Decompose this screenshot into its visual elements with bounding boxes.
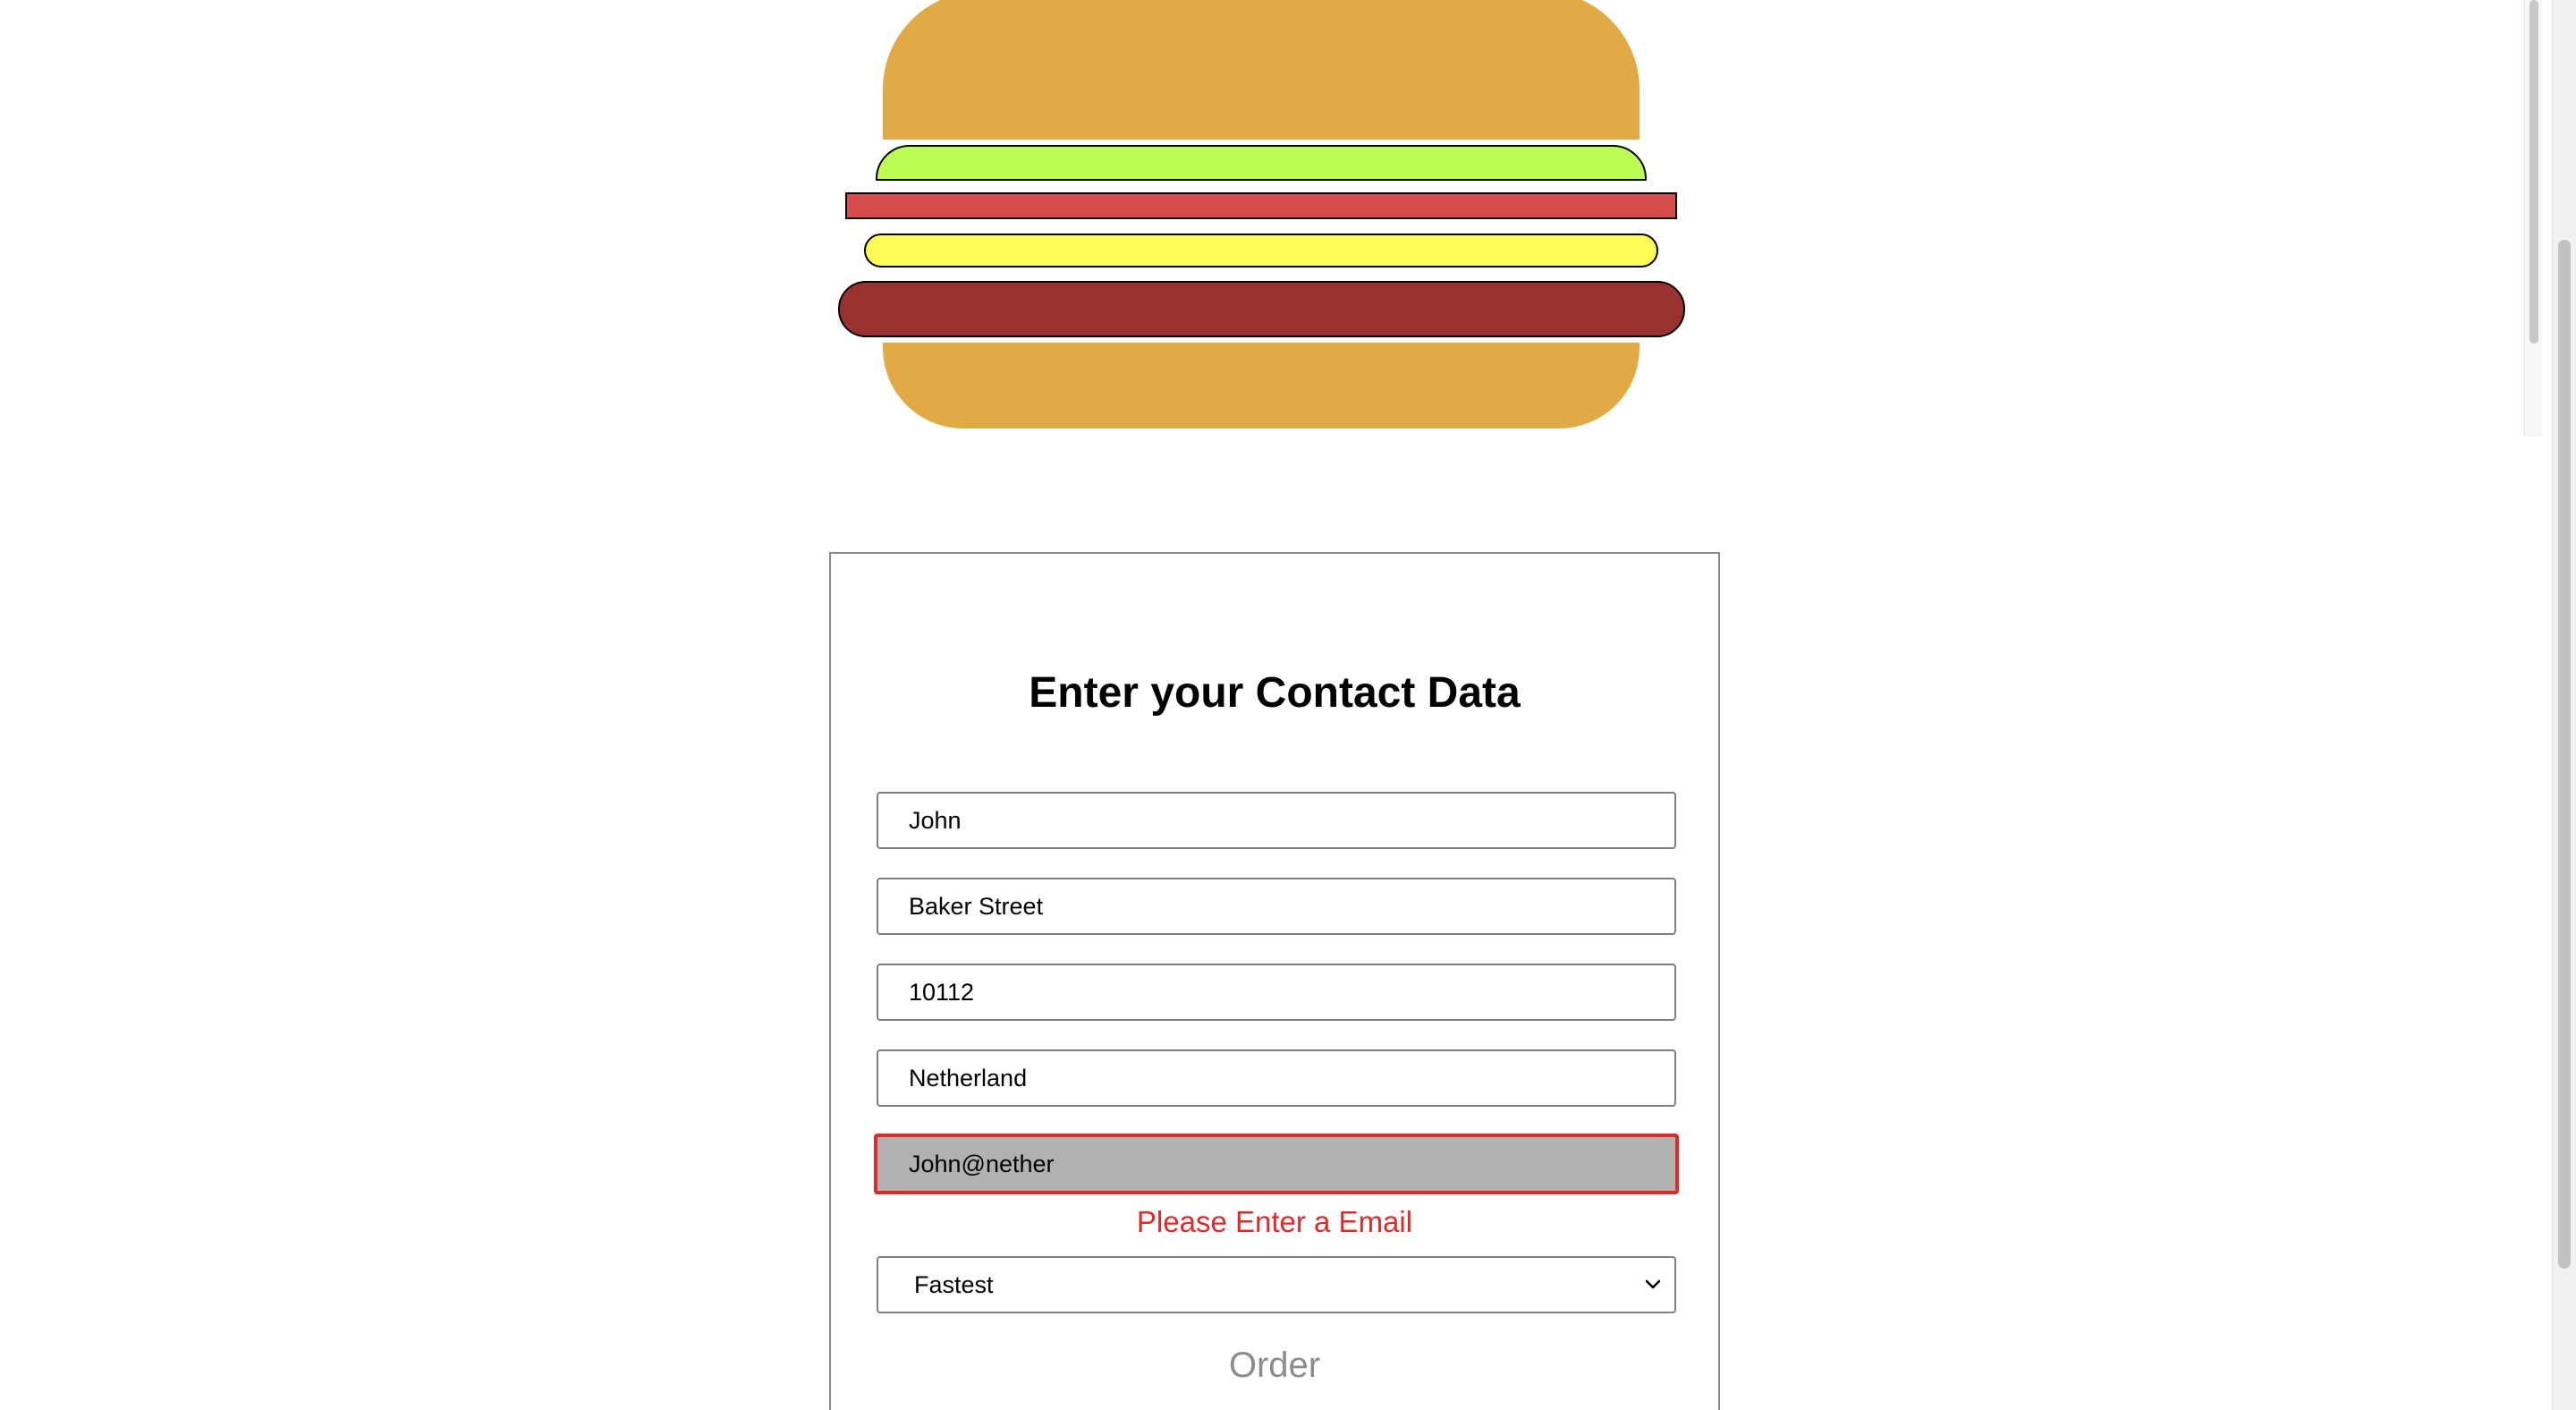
page-scrollbar[interactable] [2552, 0, 2576, 1410]
email-error-message: Please Enter a Email [1136, 1205, 1413, 1238]
chevron-down-icon [1645, 1279, 1661, 1289]
name-field[interactable] [877, 792, 1676, 849]
street-field[interactable] [877, 878, 1676, 935]
order-button[interactable]: Order [831, 1345, 1718, 1387]
country-field[interactable] [877, 1049, 1676, 1107]
burger-tomato [845, 192, 1677, 219]
contact-form-card: Enter your Contact Data Please Enter a E… [829, 552, 1720, 1410]
burger-meat [838, 281, 1685, 337]
delivery-method-select[interactable]: Fastest [877, 1256, 1676, 1313]
email-field[interactable] [874, 1134, 1679, 1194]
burger-illustration [0, 0, 2576, 465]
form-title: Enter your Contact Data [1029, 669, 1521, 717]
burger-bread-bottom [883, 343, 1640, 429]
inner-scrollbar-thumb[interactable] [2529, 0, 2538, 344]
burger-lettuce [876, 145, 1647, 181]
delivery-method-value: Fastest [914, 1271, 994, 1298]
page: Enter your Contact Data Please Enter a E… [0, 0, 2576, 1410]
inner-scrollbar[interactable] [2524, 0, 2542, 437]
postal-code-field[interactable] [877, 964, 1676, 1021]
page-scrollbar-thumb[interactable] [2558, 240, 2571, 1269]
burger-bread-top [883, 0, 1640, 140]
burger-cheese [864, 234, 1658, 268]
